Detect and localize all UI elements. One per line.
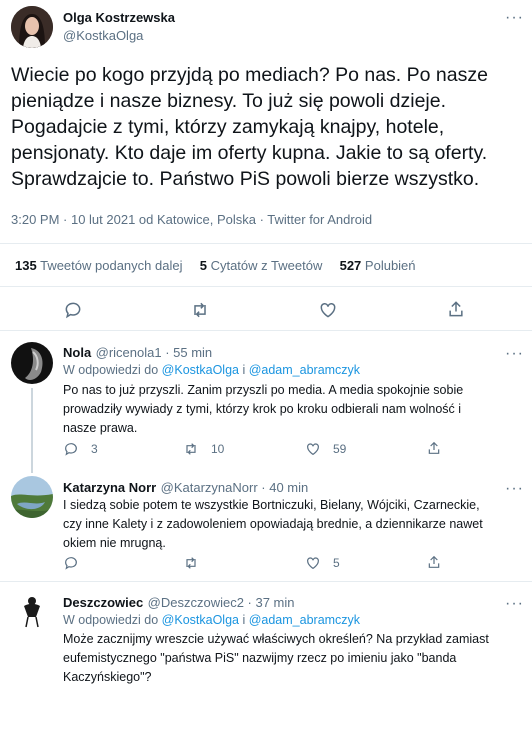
reply-action[interactable] — [63, 555, 79, 571]
like-action[interactable]: 5 — [305, 555, 340, 571]
reply-avatar[interactable] — [11, 476, 53, 518]
reply-header: Katarzyna Norr @KatarzynaNorr · 40 min — [63, 479, 308, 497]
mention-link[interactable]: @adam_abramczyk — [249, 363, 360, 377]
divider — [0, 330, 532, 331]
tweet-stats: 135 Tweetów podanych dalej 5 Cytatów z T… — [15, 258, 416, 273]
reply-header: Deszczowiec @Deszczowiec2 · 37 min — [63, 594, 295, 612]
reply-header: Nola @ricenola1 · 55 min — [63, 344, 212, 362]
reply-text: Po nas to już przyszli. Zanim przyszli p… — [63, 383, 464, 435]
like-action[interactable]: 59 — [305, 441, 346, 457]
tweet-text-line: Wiecie po kogo przyjdą po mediach? Po na… — [11, 64, 488, 86]
reply-author-handle[interactable]: @ricenola1 · 55 min — [96, 345, 213, 360]
like-icon — [307, 557, 319, 570]
reply-author-handle[interactable]: @Deszczowiec2 · 37 min — [148, 595, 295, 610]
retweet-action[interactable]: 10 — [183, 441, 224, 457]
reply-author-name[interactable]: Katarzyna Norr — [63, 480, 156, 495]
author-handle[interactable]: @KostkaOlga — [63, 28, 143, 43]
divider — [0, 243, 532, 244]
retweet-action[interactable] — [183, 555, 199, 571]
reply-icon — [65, 557, 77, 570]
divider — [0, 581, 532, 582]
more-options-icon[interactable]: ··· — [505, 481, 524, 497]
tweet-text: Wiecie po kogo przyjdą po mediach? Po na… — [11, 62, 531, 192]
reply-icon[interactable] — [63, 300, 83, 320]
reply-text: I siedzą sobie potem te wszystkie Bortni… — [63, 498, 483, 550]
reply-action[interactable]: 3 — [63, 441, 98, 457]
share-icon[interactable] — [426, 554, 442, 570]
retweet-icon[interactable] — [190, 300, 210, 320]
tweet-text-line: pensjonaty. Kto daje im oferty kupna. Ja… — [11, 142, 488, 164]
divider — [0, 286, 532, 287]
reply-text: Może zacznijmy wreszcie używać właściwyc… — [63, 632, 489, 684]
like-icon[interactable] — [318, 300, 338, 320]
reply-icon — [65, 443, 77, 456]
retweets-stat[interactable]: 135 Tweetów podanych dalej — [15, 258, 182, 273]
tweet-text-line: pieniądze i nasze biznesy. To już się po… — [11, 90, 447, 112]
reply-author-name[interactable]: Deszczowiec — [63, 595, 143, 610]
like-count: 59 — [333, 442, 347, 456]
like-count: 5 — [333, 556, 340, 570]
reply-avatar[interactable] — [11, 342, 53, 384]
retweet-icon — [186, 443, 196, 455]
reply-author-handle[interactable]: @KatarzynaNorr · 40 min — [161, 480, 309, 495]
more-options-icon[interactable]: ··· — [505, 346, 524, 362]
mention-link[interactable]: @KostkaOlga — [162, 613, 239, 627]
like-icon — [307, 443, 319, 456]
tweet-text-line: Pogadajcie z tymi, którzy zamykają knajp… — [11, 116, 445, 138]
quotes-stat[interactable]: 5 Cytatów z Tweetów — [200, 258, 323, 273]
reply-count: 3 — [91, 442, 98, 456]
replying-to: W odpowiedzi do @KostkaOlga i @adam_abra… — [63, 363, 361, 377]
likes-stat[interactable]: 527 Polubień — [340, 258, 416, 273]
reply-author-name[interactable]: Nola — [63, 345, 91, 360]
mention-link[interactable]: @KostkaOlga — [162, 363, 239, 377]
mention-link[interactable]: @adam_abramczyk — [249, 613, 360, 627]
share-icon[interactable] — [446, 299, 466, 319]
replying-to: W odpowiedzi do @KostkaOlga i @adam_abra… — [63, 613, 361, 627]
share-icon[interactable] — [426, 440, 442, 456]
tweet-text-line: Sprawdzajcie to. Państwo PiS powoli bier… — [11, 168, 480, 190]
more-options-icon[interactable]: ··· — [505, 596, 524, 612]
author-name[interactable]: Olga Kostrzewska — [63, 10, 175, 25]
retweet-icon — [186, 557, 196, 569]
thread-connector — [31, 388, 33, 473]
reply-avatar[interactable] — [11, 589, 53, 631]
more-options-icon[interactable]: ··· — [505, 10, 524, 26]
tweet-meta[interactable]: 3:20 PM · 10 lut 2021 od Katowice, Polsk… — [11, 212, 372, 227]
retweet-count: 10 — [211, 442, 225, 456]
author-avatar[interactable] — [11, 6, 53, 48]
